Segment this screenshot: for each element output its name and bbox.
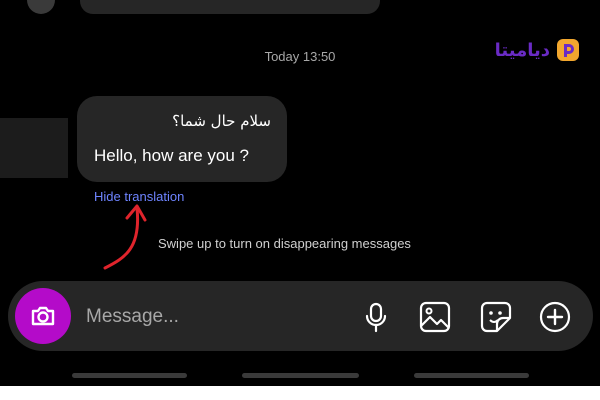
image-icon — [419, 301, 451, 333]
nav-bar-segment — [414, 373, 529, 378]
microphone-icon — [365, 302, 387, 333]
microphone-button[interactable] — [358, 299, 394, 335]
chat-screen: Today 13:50 دیامیتا سلام حال شما؟ Hello,… — [0, 0, 600, 386]
sticker-icon — [480, 301, 512, 333]
nav-bar-segment — [72, 373, 187, 378]
message-composer — [8, 281, 593, 351]
camera-button[interactable] — [15, 288, 71, 344]
more-options-button[interactable] — [537, 299, 573, 335]
logo-icon — [557, 39, 579, 61]
disappearing-messages-hint: Swipe up to turn on disappearing message… — [158, 236, 411, 251]
message-translated-text: Hello, how are you ? — [94, 146, 249, 165]
gallery-button[interactable] — [417, 299, 453, 335]
avatar[interactable] — [27, 0, 55, 14]
watermark-text: دیامیتا — [494, 39, 550, 61]
side-panel-fragment — [0, 118, 68, 178]
message-input[interactable] — [84, 301, 288, 333]
nav-bar-segment — [242, 373, 359, 378]
previous-message-bubble — [80, 0, 380, 14]
camera-icon — [31, 306, 55, 326]
message-bubble[interactable]: سلام حال شما؟ Hello, how are you ? — [77, 96, 287, 182]
plus-icon — [539, 301, 571, 333]
watermark: دیامیتا — [495, 38, 580, 62]
message-original-text: سلام حال شما؟ — [172, 112, 271, 130]
sticker-button[interactable] — [478, 299, 514, 335]
